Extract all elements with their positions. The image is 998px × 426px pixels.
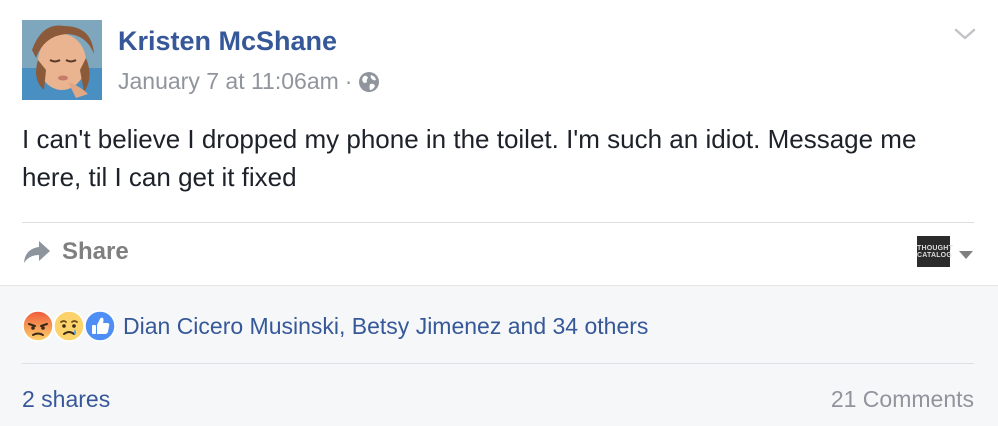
reaction-icons[interactable]: [22, 310, 116, 342]
sad-reaction-icon: [53, 310, 85, 342]
facebook-post: Kristen McShane January 7 at 11:06am · I…: [0, 0, 998, 426]
engagement-footer: Dian Cicero Musinski, Betsy Jimenez and …: [0, 285, 998, 426]
comments-link[interactable]: 21 Comments: [831, 386, 974, 413]
share-arrow-icon: [22, 239, 52, 265]
chevron-down-icon[interactable]: [953, 26, 977, 42]
like-reaction-icon: [84, 310, 116, 342]
page-selector[interactable]: THOUGHT CATALOG: [917, 236, 974, 267]
share-button[interactable]: Share: [22, 238, 129, 266]
meta-separator: ·: [344, 68, 353, 94]
angry-reaction-icon: [22, 310, 54, 342]
avatar[interactable]: [22, 20, 102, 100]
post-meta: January 7 at 11:06am ·: [118, 68, 380, 95]
caret-down-icon: [958, 247, 974, 259]
divider: [22, 222, 974, 223]
shares-link[interactable]: 2 shares: [22, 386, 110, 413]
author-name[interactable]: Kristen McShane: [118, 26, 337, 57]
page-thumbnail: THOUGHT CATALOG: [917, 236, 953, 267]
reactors-link[interactable]: Dian Cicero Musinski, Betsy Jimenez and …: [123, 313, 648, 340]
reactions-summary: Dian Cicero Musinski, Betsy Jimenez and …: [22, 310, 648, 342]
divider: [22, 363, 974, 364]
action-bar: Share THOUGHT CATALOG: [22, 236, 974, 272]
post-header: Kristen McShane January 7 at 11:06am ·: [22, 20, 977, 100]
post-timestamp[interactable]: January 7 at 11:06am: [118, 68, 339, 95]
share-label: Share: [62, 238, 129, 265]
globe-icon[interactable]: [358, 71, 380, 93]
post-message: I can't believe I dropped my phone in th…: [22, 124, 917, 192]
